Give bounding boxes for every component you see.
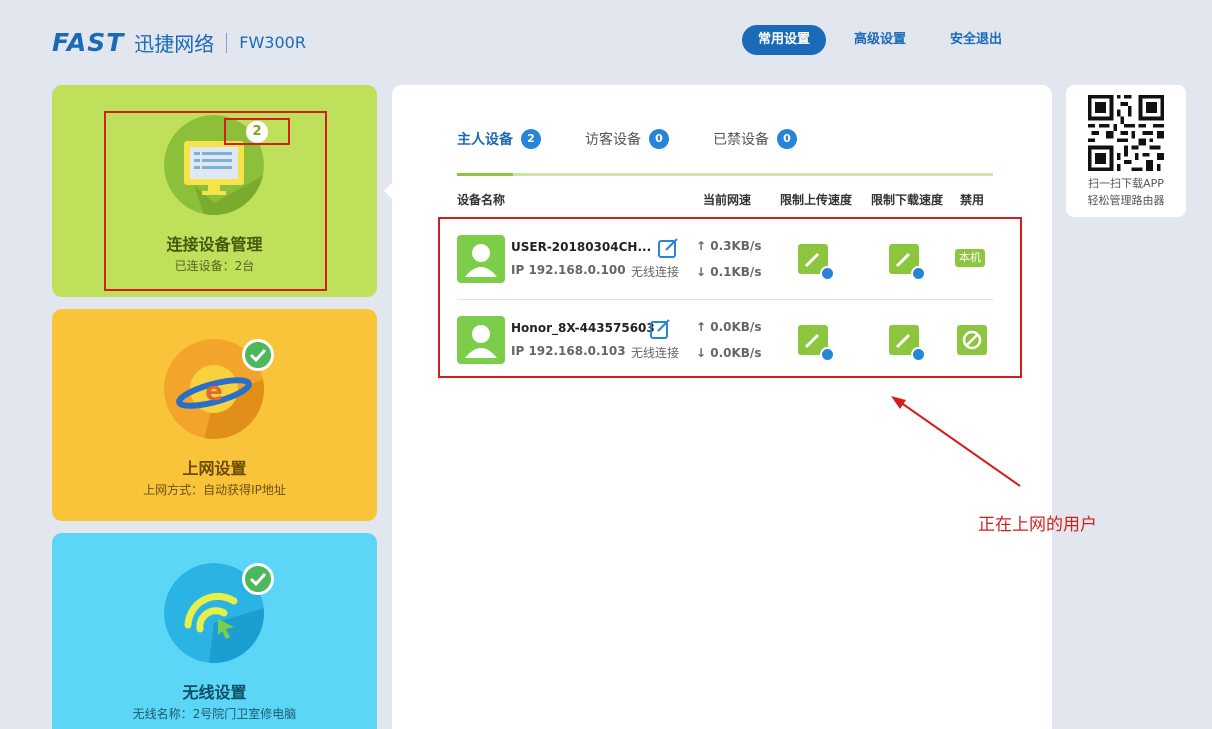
tab-owner-devices[interactable]: 主人设备 2 (457, 129, 541, 149)
upload-speed: ↑ 0.3KB/s (696, 239, 761, 253)
qr-caption: 扫一扫下载APP 轻松管理路由器 (1066, 175, 1186, 209)
annotation-text: 正在上网的用户 (978, 510, 1097, 535)
qr-code-box: 扫一扫下载APP 轻松管理路由器 (1066, 85, 1186, 217)
device-count-badge: 2 (246, 121, 268, 143)
model-name: FW300R (239, 33, 306, 52)
device-name: USER-20180304CH... (511, 240, 651, 254)
upload-limit-button[interactable] (798, 325, 828, 355)
tab-count: 0 (777, 129, 797, 149)
local-device-tag: 本机 (955, 249, 985, 267)
device-name: Honor_8X-443575603 (511, 321, 655, 335)
device-ip: IP 192.168.0.103 (511, 344, 626, 358)
download-speed: ↓ 0.1KB/s (696, 265, 761, 279)
arrow-up-icon (820, 347, 835, 362)
row-divider (457, 299, 993, 300)
device-panel: 主人设备 2 访客设备 0 已禁设备 0 设备名称 当前网速 限制上传速度 限制… (392, 85, 1052, 729)
table-row: Honor_8X-443575603 IP 192.168.0.103 无线连接… (457, 316, 993, 364)
card-title: 连接设备管理 (52, 231, 377, 255)
tab-label: 访客设备 (585, 129, 641, 149)
qr-code-icon (1088, 95, 1164, 171)
upload-limit-button[interactable] (798, 244, 828, 274)
qr-caption-line2: 轻松管理路由器 (1066, 192, 1186, 209)
header-ban: 禁用 (960, 191, 984, 208)
brand-name: 迅捷网络 (134, 28, 214, 57)
download-limit-button[interactable] (889, 244, 919, 274)
header-upload-limit: 限制上传速度 (780, 191, 852, 208)
tab-count: 0 (649, 129, 669, 149)
tab-underline (457, 173, 993, 176)
nav-logout[interactable]: 安全退出 (934, 25, 1018, 55)
tab-banned-devices[interactable]: 已禁设备 0 (713, 129, 797, 149)
download-limit-button[interactable] (889, 325, 919, 355)
download-speed: ↓ 0.0KB/s (696, 346, 761, 360)
card-wireless-settings[interactable]: 无线设置 无线名称：2号院门卫室修电脑 (52, 533, 377, 729)
top-nav: 常用设置 高级设置 安全退出 (742, 25, 1030, 55)
ban-icon (957, 325, 987, 355)
nav-advanced-settings[interactable]: 高级设置 (838, 25, 922, 55)
card-title: 无线设置 (52, 679, 377, 703)
svg-text:e: e (205, 377, 223, 407)
ban-button[interactable] (957, 325, 987, 355)
edit-name-icon[interactable] (649, 318, 671, 340)
tab-count: 2 (521, 129, 541, 149)
nav-common-settings[interactable]: 常用设置 (742, 25, 826, 55)
user-avatar-icon (457, 235, 505, 283)
upload-speed: ↑ 0.0KB/s (696, 320, 761, 334)
card-subtitle: 上网方式：自动获得IP地址 (52, 481, 377, 498)
card-device-management[interactable]: 2 连接设备管理 已连设备：2台 (52, 85, 377, 297)
table-row: USER-20180304CH... IP 192.168.0.100 无线连接… (457, 235, 993, 283)
arrow-down-icon (911, 266, 926, 281)
connection-type: 无线连接 (631, 263, 679, 280)
edit-name-icon[interactable] (657, 237, 679, 259)
header-current-speed: 当前网速 (703, 191, 751, 208)
card-internet-settings[interactable]: e 上网设置 上网方式：自动获得IP地址 (52, 309, 377, 521)
card-subtitle: 已连设备：2台 (52, 257, 377, 274)
tab-label: 已禁设备 (713, 129, 769, 149)
check-icon (242, 563, 274, 595)
connection-type: 无线连接 (631, 344, 679, 361)
header-device-name: 设备名称 (457, 191, 505, 208)
card-subtitle: 无线名称：2号院门卫室修电脑 (52, 705, 377, 722)
arrow-up-icon (820, 266, 835, 281)
arrow-down-icon (911, 347, 926, 362)
header-download-limit: 限制下载速度 (871, 191, 943, 208)
check-icon (242, 339, 274, 371)
brand-logo: FAST 迅捷网络 FW300R (52, 28, 306, 57)
logo-text: FAST (52, 28, 124, 57)
qr-caption-line1: 扫一扫下载APP (1066, 175, 1186, 192)
user-avatar-icon (457, 316, 505, 364)
tab-label: 主人设备 (457, 129, 513, 149)
logo-divider (226, 33, 227, 53)
tab-guest-devices[interactable]: 访客设备 0 (585, 129, 669, 149)
device-tabs: 主人设备 2 访客设备 0 已禁设备 0 (457, 129, 841, 149)
card-title: 上网设置 (52, 455, 377, 479)
device-ip: IP 192.168.0.100 (511, 263, 626, 277)
